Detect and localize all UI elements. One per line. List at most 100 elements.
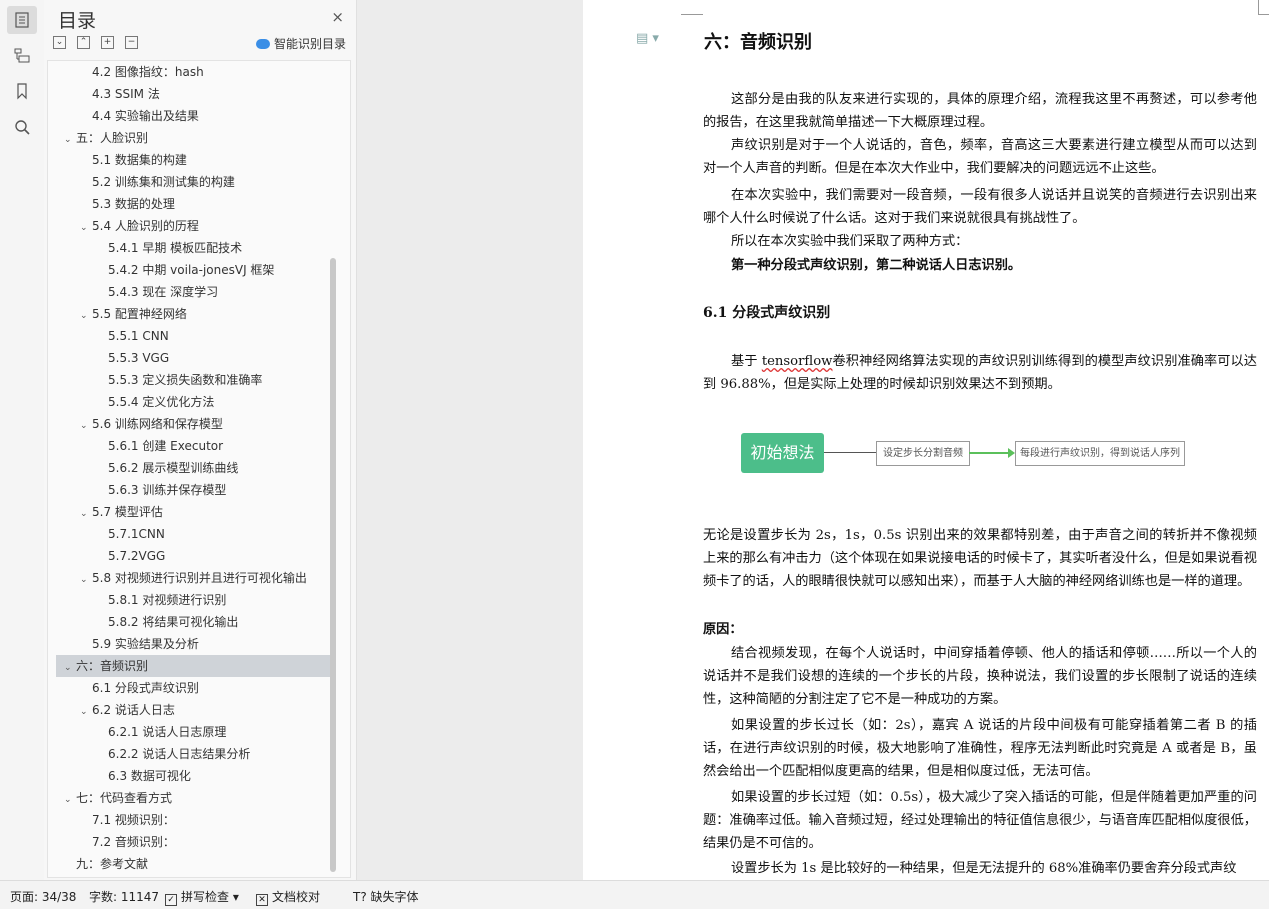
toc-item[interactable]: 5.5.3 定义损失函数和准确率 (56, 369, 330, 391)
document-format-icon[interactable]: ▤ ▾ (636, 31, 659, 46)
chevron-down-icon[interactable]: ⌄ (80, 415, 92, 437)
toc-panel-icon[interactable] (7, 6, 37, 34)
smart-toc-button[interactable]: 智能识别目录 (255, 35, 346, 52)
flow-connector (969, 452, 1011, 454)
navigation-pane-icon[interactable] (7, 41, 37, 69)
proofread-button[interactable]: ✕ 文档校对 (256, 888, 320, 906)
toc-item-label: 5.7.2VGG (108, 549, 166, 563)
chevron-down-icon[interactable]: ⌄ (80, 217, 92, 239)
toc-item[interactable]: 5.4.2 中期 voila-jonesVJ 框架 (56, 259, 330, 281)
paragraph: 结合视频发现，在每个人说话时，中间穿插着停顿、他人的插话和停顿……所以一个人的说… (703, 646, 1257, 707)
toc-item-label: 5.5 配置神经网络 (92, 307, 187, 321)
toc-item[interactable]: 4.2 图像指纹：hash (56, 61, 330, 83)
toc-item[interactable]: ⌄ 5.4 人脸识别的历程 (56, 215, 330, 237)
flow-node-voiceprint-per-segment: 每段进行声纹识别，得到说话人序列 (1015, 441, 1185, 466)
bookmark-icon[interactable] (7, 77, 37, 105)
remove-heading-icon[interactable]: − (125, 36, 138, 49)
flow-arrow-icon (1008, 448, 1015, 458)
paragraph: 如果设置的步长过短（如：0.5s），极大减少了突入插话的可能，但是伴随着更加严重… (703, 790, 1257, 851)
chevron-down-icon[interactable]: ⌄ (80, 305, 92, 327)
toc-toolbar: ⌄ ⌃ + − (53, 36, 138, 49)
word-count[interactable]: 字数: 11147 (89, 888, 159, 905)
toc-item[interactable]: 5.7.1CNN (56, 523, 330, 545)
chevron-down-icon[interactable]: ⌄ (64, 789, 76, 811)
chevron-down-icon[interactable]: ⌄ (80, 701, 92, 723)
toc-item[interactable]: 7.2 音频识别： (56, 831, 330, 853)
toc-item[interactable]: 5.6.2 展示模型训练曲线 (56, 457, 330, 479)
text-run: 基于 (731, 354, 762, 369)
toc-item[interactable]: ⌄ 5.7 模型评估 (56, 501, 330, 523)
collapse-all-icon[interactable]: ⌄ (53, 36, 66, 49)
toc-item-label: 5.9 实验结果及分析 (92, 637, 199, 651)
toc-item[interactable]: 5.8.2 将结果可视化输出 (56, 611, 330, 633)
toc-item[interactable]: 5.5.1 CNN (56, 325, 330, 347)
toc-item-label: 5.8.2 将结果可视化输出 (108, 615, 239, 629)
toc-item-label: 5.7.1CNN (108, 527, 165, 541)
toc-item-label: 6.1 分段式声纹识别 (92, 681, 199, 695)
toc-item[interactable]: 4.4 实验输出及结果 (56, 105, 330, 127)
toc-item[interactable]: ⌄ 5.5 配置神经网络 (56, 303, 330, 325)
toc-title: 目录 (58, 10, 97, 32)
add-heading-icon[interactable]: + (101, 36, 114, 49)
toc-item-label: 5.4.1 早期 模板匹配技术 (108, 241, 243, 255)
toc-item[interactable]: 5.3 数据的处理 (56, 193, 330, 215)
toc-item[interactable]: 5.6.1 创建 Executor (56, 435, 330, 457)
chevron-down-icon[interactable]: ⌄ (64, 657, 76, 679)
spellcheck-label: 拼写检查 (181, 890, 230, 904)
toc-item-label: 七：代码查看方式 (76, 791, 173, 805)
toc-item[interactable]: ⌄ 5.8 对视频进行识别并且进行可视化输出 (56, 567, 330, 589)
toc-item-label: 5.2 训练集和测试集的构建 (92, 175, 235, 189)
toc-item[interactable]: 5.5.3 VGG (56, 347, 330, 369)
spellcheck-button[interactable]: ✓ 拼写检查 ▾ (165, 888, 239, 906)
toc-item[interactable]: 九：参考文献 (56, 853, 330, 875)
toc-item-label: 六：音频识别 (76, 659, 149, 673)
toc-item-label: 5.3 数据的处理 (92, 197, 175, 211)
toc-item[interactable]: 4.3 SSIM 法 (56, 83, 330, 105)
toc-item[interactable]: ⌄ 五：人脸识别 (56, 127, 330, 149)
toc-item[interactable]: 5.2 训练集和测试集的构建 (56, 171, 330, 193)
toc-item-label: 4.2 图像指纹：hash (92, 65, 204, 79)
toc-item[interactable]: 5.9 实验结果及分析 (56, 633, 330, 655)
toc-item-label: 5.5.3 定义损失函数和准确率 (108, 373, 263, 387)
toc-item[interactable]: 5.7.2VGG (56, 545, 330, 567)
chevron-down-icon[interactable]: ⌄ (80, 569, 92, 591)
toc-item[interactable]: 5.5.4 定义优化方法 (56, 391, 330, 413)
search-icon[interactable] (7, 113, 37, 141)
toc-item-label: 5.6 训练网络和保存模型 (92, 417, 223, 431)
toc-item[interactable]: 6.2.2 说话人日志结果分析 (56, 743, 330, 765)
toc-item-label: 6.2.2 说话人日志结果分析 (108, 747, 251, 761)
page-counter[interactable]: 页面: 34/38 (10, 888, 76, 905)
toc-item[interactable]: ⌄ 5.6 训练网络和保存模型 (56, 413, 330, 435)
flow-connector (824, 452, 876, 453)
smart-toc-label: 智能识别目录 (273, 37, 346, 51)
toc-item[interactable]: 5.4.1 早期 模板匹配技术 (56, 237, 330, 259)
toc-item[interactable]: 6.3 数据可视化 (56, 765, 330, 787)
toc-item[interactable]: ⌄ 6.2 说话人日志 (56, 699, 330, 721)
toc-item-label: 5.4.2 中期 voila-jonesVJ 框架 (108, 263, 275, 277)
toc-item[interactable]: 5.4.3 现在 深度学习 (56, 281, 330, 303)
toc-scrollbar[interactable] (330, 258, 336, 872)
toc-item[interactable]: 5.6.3 训练并保存模型 (56, 479, 330, 501)
toc-item[interactable]: 6.1 分段式声纹识别 (56, 677, 330, 699)
chevron-down-icon[interactable]: ⌄ (80, 503, 92, 525)
toc-item-label: 5.5.1 CNN (108, 329, 169, 343)
toc-item[interactable]: 6.2.1 说话人日志原理 (56, 721, 330, 743)
toc-item[interactable]: ⌄ 七：代码查看方式 (56, 787, 330, 809)
font-icon: T? (353, 890, 367, 904)
toc-item-label: 5.4 人脸识别的历程 (92, 219, 199, 233)
missing-font-button[interactable]: T? 缺失字体 (353, 888, 419, 905)
proofread-label: 文档校对 (272, 890, 321, 904)
paragraph-bold: 第一种分段式声纹识别，第二种说话人日志识别。 (731, 258, 1022, 273)
page-corner-mark (681, 14, 703, 15)
toc-item-label: 5.5.3 VGG (108, 351, 170, 365)
paragraph: 声纹识别是对于一个人说话的，音色，频率，音高这三大要素进行建立模型从而可以达到对… (703, 138, 1257, 176)
toc-item[interactable]: 5.1 数据集的构建 (56, 149, 330, 171)
expand-up-icon[interactable]: ⌃ (77, 36, 90, 49)
spellcheck-word[interactable]: tensorflow (762, 354, 833, 369)
toc-item[interactable]: 7.1 视频识别： (56, 809, 330, 831)
toc-item[interactable]: ⌄ 六：音频识别 (56, 655, 330, 677)
close-icon[interactable]: × (331, 8, 344, 26)
chevron-down-icon[interactable]: ⌄ (64, 129, 76, 151)
page-corner-mark (1258, 14, 1269, 15)
toc-item[interactable]: 5.8.1 对视频进行识别 (56, 589, 330, 611)
